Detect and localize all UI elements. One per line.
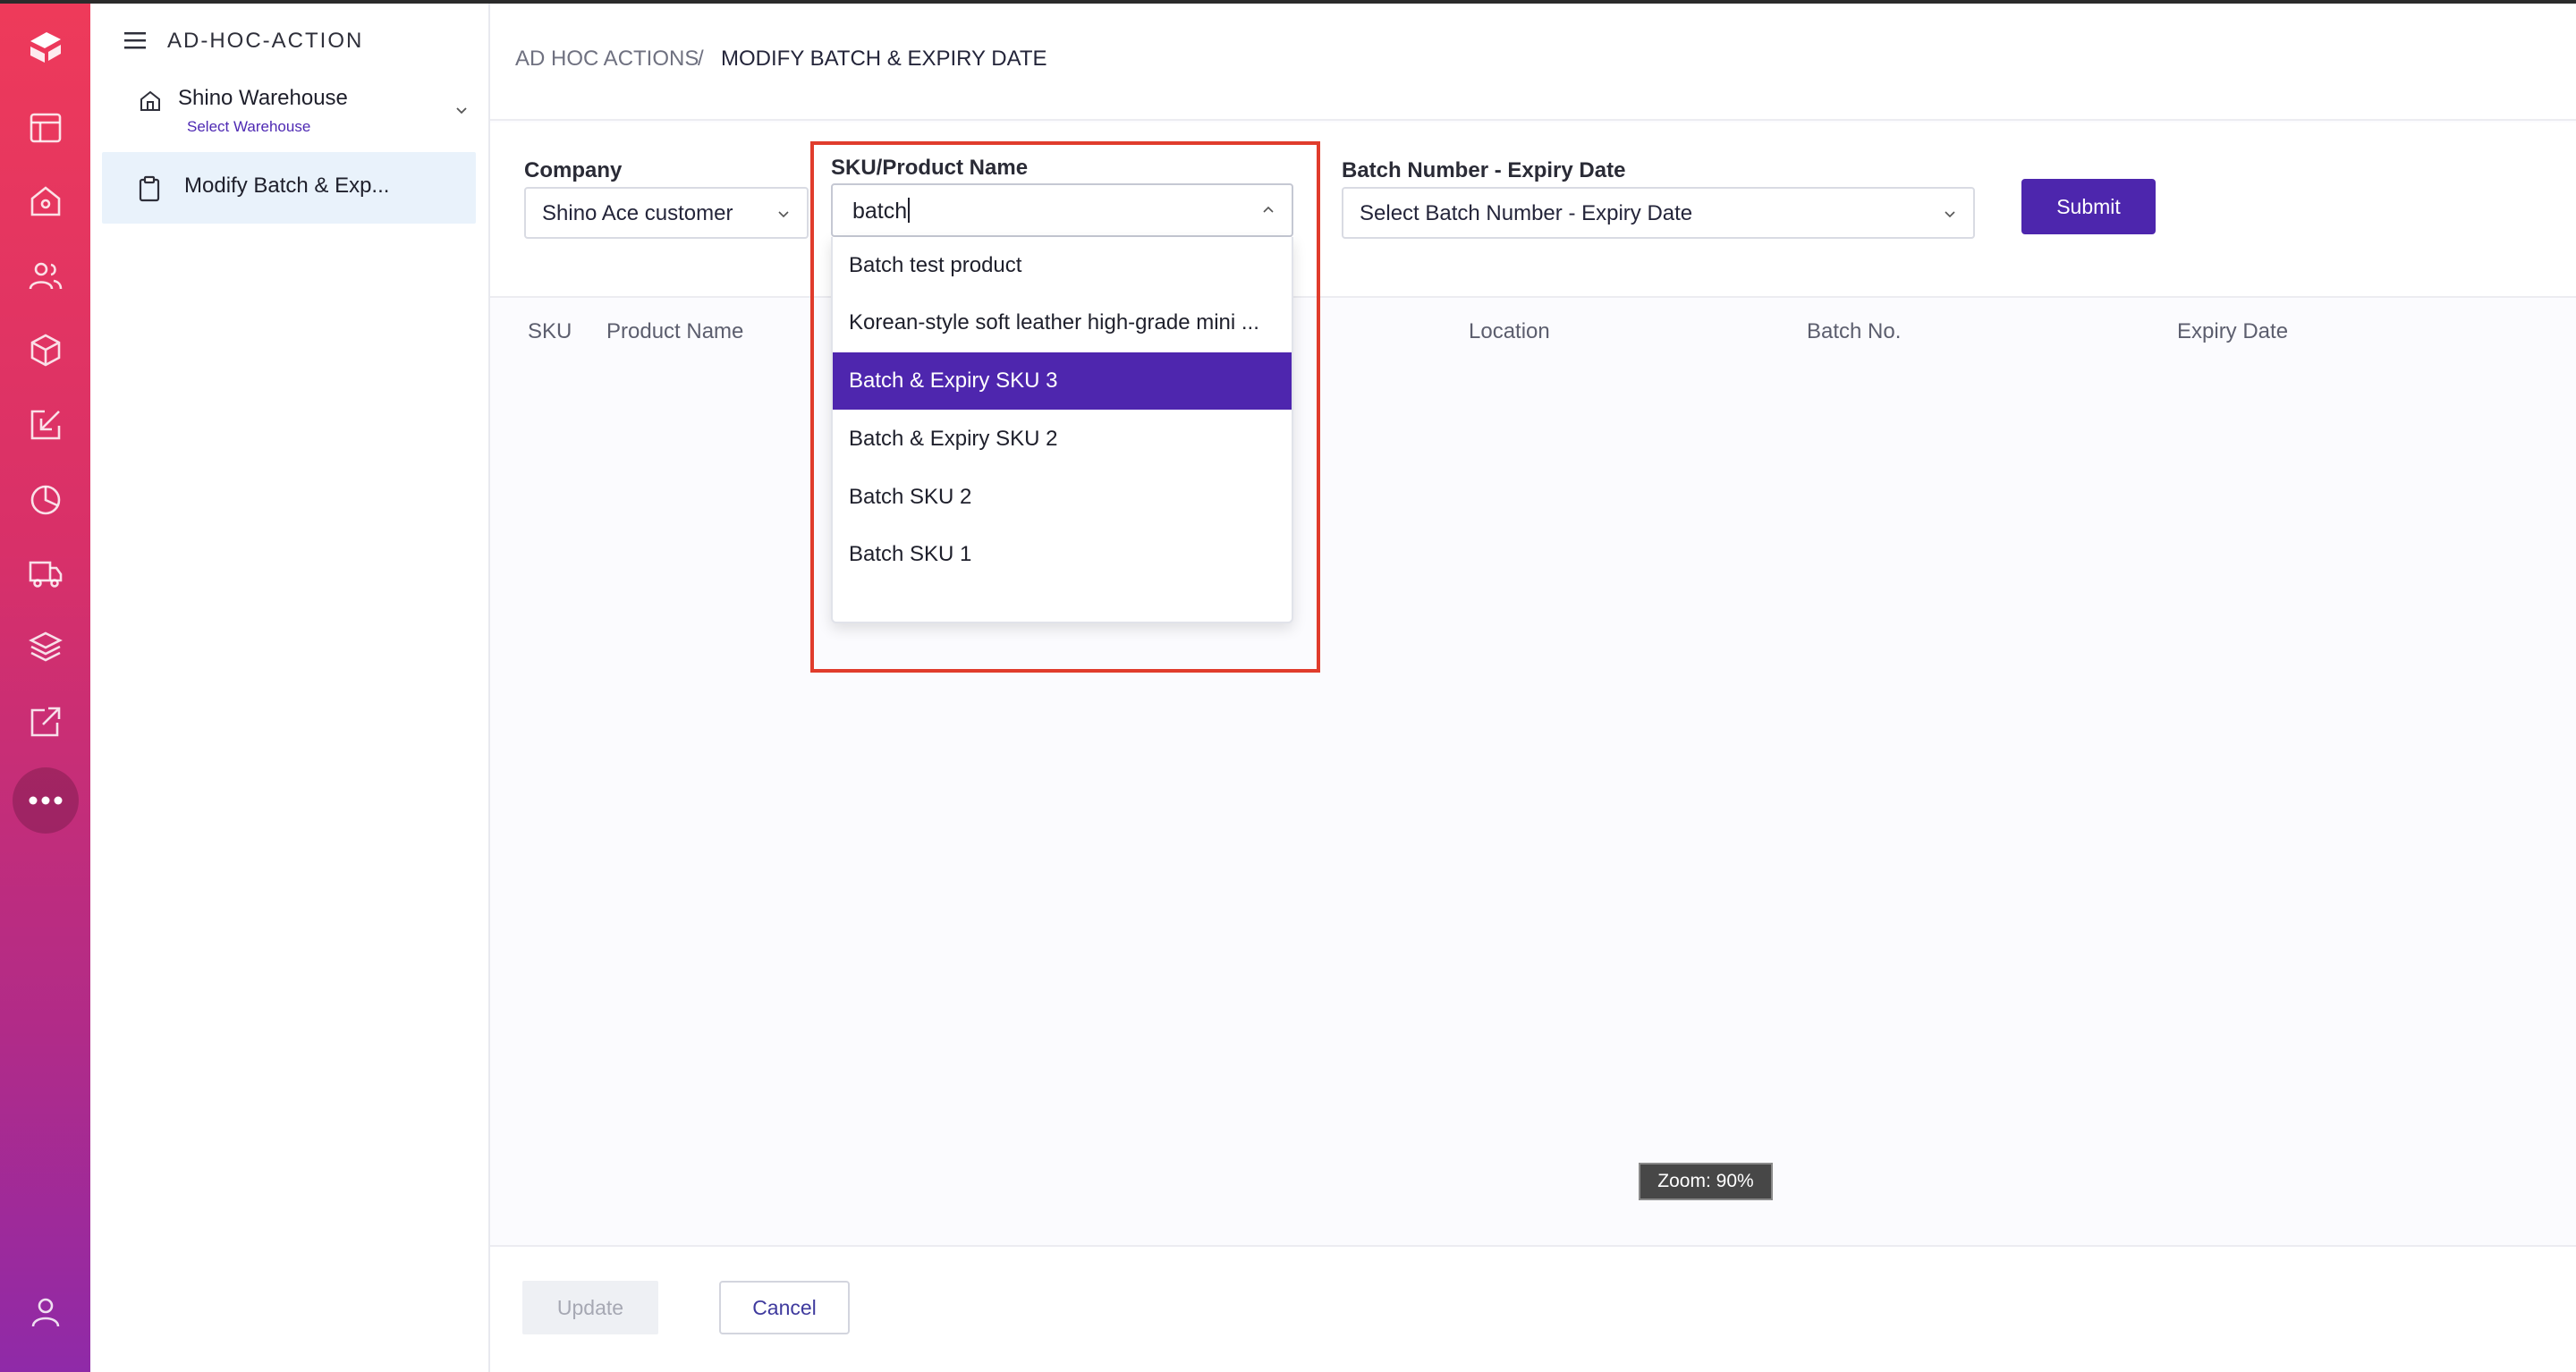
- filter-form: Company Shino Ace customer Batch Number …: [490, 123, 2576, 298]
- logo-icon[interactable]: [25, 27, 66, 68]
- sidebar-item-label: Modify Batch & Exp...: [184, 174, 390, 198]
- dropdown-option-active[interactable]: Batch & Expiry SKU 3: [833, 352, 1292, 410]
- column-header-location: Location: [1469, 319, 1550, 343]
- breadcrumb: AD HOC ACTIONS / MODIFY BATCH & EXPIRY D…: [490, 4, 2576, 121]
- chevron-down-icon: [778, 211, 789, 218]
- column-header-sku: SKU: [528, 319, 572, 343]
- layers-icon[interactable]: [27, 628, 64, 665]
- main-content: AD HOC ACTIONS / MODIFY BATCH & EXPIRY D…: [490, 4, 2576, 1372]
- chevron-down-icon[interactable]: [453, 102, 470, 118]
- dropdown-option[interactable]: Batch test product: [833, 237, 1292, 294]
- breadcrumb-current: MODIFY BATCH & EXPIRY DATE: [721, 47, 1047, 71]
- company-label: Company: [524, 158, 623, 182]
- main-nav-rail: [0, 4, 90, 1372]
- more-icon[interactable]: [13, 767, 79, 834]
- update-button[interactable]: Update: [522, 1281, 658, 1334]
- hamburger-menu-icon[interactable]: [124, 30, 146, 50]
- window-top-border: [0, 0, 2576, 4]
- sku-dropdown-list: Batch test product Korean-style soft lea…: [831, 237, 1293, 623]
- dropdown-option[interactable]: Batch & Expiry SKU 2: [833, 411, 1292, 468]
- inbound-icon[interactable]: [27, 406, 64, 444]
- clipboard-icon: [139, 175, 160, 202]
- sku-product-search-input[interactable]: batch: [831, 183, 1293, 237]
- users-icon[interactable]: [27, 257, 64, 294]
- sku-search-text: batch: [852, 199, 908, 224]
- warehouse-hint: Select Warehouse: [187, 118, 311, 135]
- cancel-button[interactable]: Cancel: [719, 1281, 850, 1334]
- batch-expiry-placeholder: Select Batch Number - Expiry Date: [1360, 201, 1693, 225]
- breadcrumb-separator: /: [698, 47, 704, 71]
- truck-icon[interactable]: [27, 555, 64, 592]
- user-icon[interactable]: [27, 1293, 64, 1331]
- batch-expiry-select[interactable]: Select Batch Number - Expiry Date: [1342, 187, 1975, 239]
- chevron-up-icon[interactable]: [1261, 203, 1275, 217]
- box-icon[interactable]: [27, 331, 64, 368]
- warehouse-home-icon: [140, 90, 160, 111]
- warehouse-selector[interactable]: Shino Warehouse Select Warehouse: [139, 86, 470, 143]
- submit-button[interactable]: Submit: [2021, 179, 2156, 234]
- zoom-indicator: Zoom: 90%: [1639, 1163, 1773, 1200]
- reports-icon[interactable]: [27, 480, 64, 518]
- action-footer: Update Cancel: [490, 1245, 2576, 1372]
- column-header-batch-no: Batch No.: [1807, 319, 1902, 343]
- warehouse-name: Shino Warehouse: [178, 86, 348, 110]
- external-link-icon[interactable]: [27, 703, 64, 741]
- home-icon[interactable]: [27, 182, 64, 220]
- text-cursor: [908, 198, 911, 223]
- breadcrumb-parent-link[interactable]: AD HOC ACTIONS: [515, 47, 699, 72]
- dropdown-option[interactable]: Korean-style soft leather high-grade min…: [833, 294, 1292, 351]
- column-header-expiry-date: Expiry Date: [2177, 319, 2289, 343]
- layout-icon[interactable]: [27, 109, 64, 147]
- dropdown-option[interactable]: Batch SKU 2: [833, 469, 1292, 526]
- company-select[interactable]: Shino Ace customer: [524, 187, 809, 239]
- column-header-product-name: Product Name: [606, 319, 744, 343]
- chevron-down-icon: [1945, 211, 1955, 218]
- results-table-header: SKU Product Name Location Batch No. Expi…: [490, 300, 2576, 362]
- sidebar-item-modify-batch[interactable]: Modify Batch & Exp...: [102, 152, 476, 224]
- section-title: AD-HOC-ACTION: [167, 29, 364, 53]
- company-value: Shino Ace customer: [542, 201, 733, 225]
- batch-expiry-label: Batch Number - Expiry Date: [1342, 158, 1626, 182]
- sku-product-label: SKU/Product Name: [831, 156, 1029, 180]
- dropdown-option[interactable]: Batch SKU 1: [833, 526, 1292, 583]
